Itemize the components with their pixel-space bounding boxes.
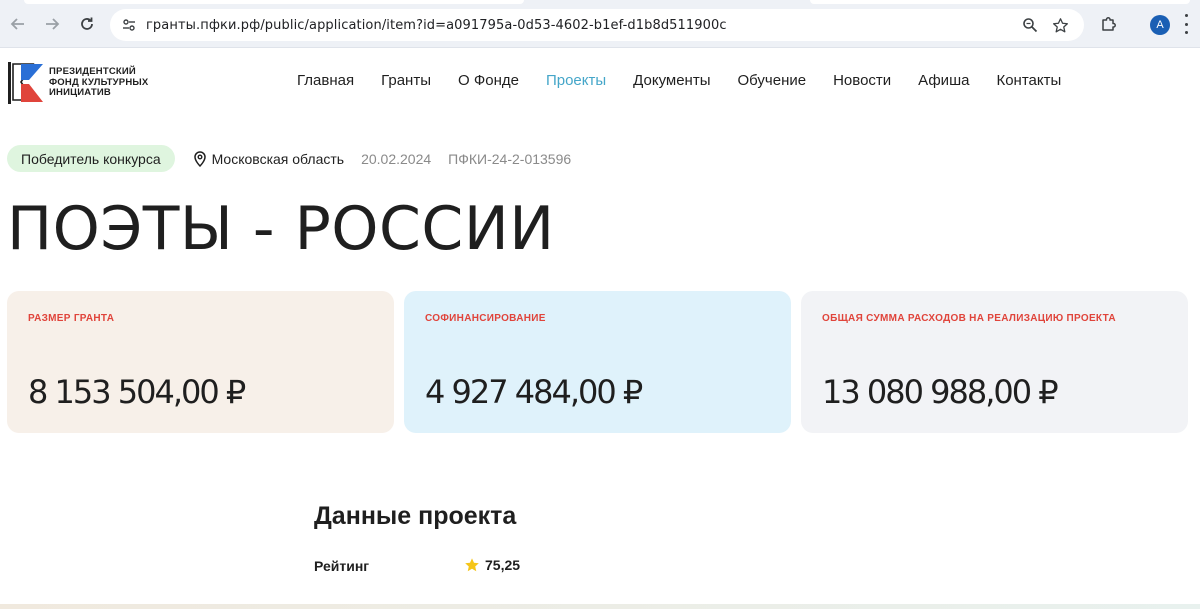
- page-title: ПОЭТЫ - РОССИИ: [7, 194, 555, 264]
- tune-icon[interactable]: [118, 14, 140, 36]
- nav-item-contacts[interactable]: Контакты: [996, 72, 1061, 94]
- main-nav: Главная Гранты О Фонде Проекты Документы…: [297, 72, 1061, 94]
- nav-item-news[interactable]: Новости: [833, 72, 891, 94]
- nav-item-documents[interactable]: Документы: [633, 72, 710, 94]
- profile-avatar[interactable]: A: [1150, 15, 1170, 35]
- page-bottom-edge: [0, 604, 1200, 609]
- project-code: ПФКИ-24-2-013596: [448, 150, 572, 167]
- rating-label: Рейтинг: [314, 558, 370, 574]
- star-outline-icon[interactable]: [1049, 14, 1071, 36]
- url-text[interactable]: гранты.пфки.рф/public/application/item?i…: [146, 18, 727, 33]
- card-label: СОФИНАНСИРОВАНИЕ: [425, 313, 546, 324]
- address-bar[interactable]: гранты.пфки.рф/public/application/item?i…: [110, 9, 1084, 41]
- magnifier-icon[interactable]: [1019, 14, 1041, 36]
- card-label: РАЗМЕР ГРАНТА: [28, 313, 115, 324]
- logo-line: ИНИЦИАТИВ: [49, 87, 111, 99]
- arrow-right-icon[interactable]: [40, 12, 64, 36]
- status-badge: Победитель конкурса: [7, 145, 175, 172]
- arrow-left-icon[interactable]: [6, 12, 30, 36]
- region-label: Московская область: [211, 150, 345, 167]
- reload-icon[interactable]: [75, 12, 99, 36]
- total-expenses-card: ОБЩАЯ СУММА РАСХОДОВ НА РЕАЛИЗАЦИЮ ПРОЕК…: [801, 291, 1188, 433]
- nav-item-events[interactable]: Афиша: [918, 72, 969, 94]
- puzzle-icon[interactable]: [1098, 13, 1120, 35]
- nav-item-grants[interactable]: Гранты: [381, 72, 431, 94]
- star-icon: [465, 558, 479, 572]
- card-value: 8 153 504,00 ₽: [28, 373, 246, 411]
- logo-text: ПРЕЗИДЕНТСКИЙ ФОНД КУЛЬТУРНЫХ ИНИЦИАТИВ: [49, 67, 148, 99]
- card-label: ОБЩАЯ СУММА РАСХОДОВ НА РЕАЛИЗАЦИЮ ПРОЕК…: [822, 313, 1116, 324]
- vertical-dots-icon[interactable]: [1183, 14, 1189, 34]
- site-logo[interactable]: ПРЕЗИДЕНТСКИЙ ФОНД КУЛЬТУРНЫХ ИНИЦИАТИВ: [7, 60, 167, 106]
- grant-size-card: РАЗМЕР ГРАНТА 8 153 504,00 ₽: [7, 291, 394, 433]
- card-value: 13 080 988,00 ₽: [822, 373, 1059, 411]
- nav-item-about[interactable]: О Фонде: [458, 72, 519, 94]
- project-date: 20.02.2024: [361, 150, 432, 167]
- project-meta: Победитель конкурса Московская область 2…: [7, 145, 571, 172]
- tab-strip-edge: [810, 0, 1190, 4]
- nav-item-projects[interactable]: Проекты: [546, 72, 606, 94]
- section-title: Данные проекта: [314, 502, 517, 530]
- location-pin-icon: [193, 150, 206, 167]
- nav-item-home[interactable]: Главная: [297, 72, 354, 94]
- card-value: 4 927 484,00 ₽: [425, 373, 643, 411]
- rating-value: 75,25: [485, 557, 521, 573]
- browser-toolbar: гранты.пфки.рф/public/application/item?i…: [0, 0, 1200, 48]
- cofinancing-card: СОФИНАНСИРОВАНИЕ 4 927 484,00 ₽: [404, 291, 791, 433]
- rating: 75,25: [464, 557, 520, 573]
- logo-mark-icon: [8, 62, 43, 104]
- nav-item-learning[interactable]: Обучение: [738, 72, 807, 94]
- tab-strip-edge: [24, 0, 524, 4]
- region: Московская область: [193, 151, 344, 167]
